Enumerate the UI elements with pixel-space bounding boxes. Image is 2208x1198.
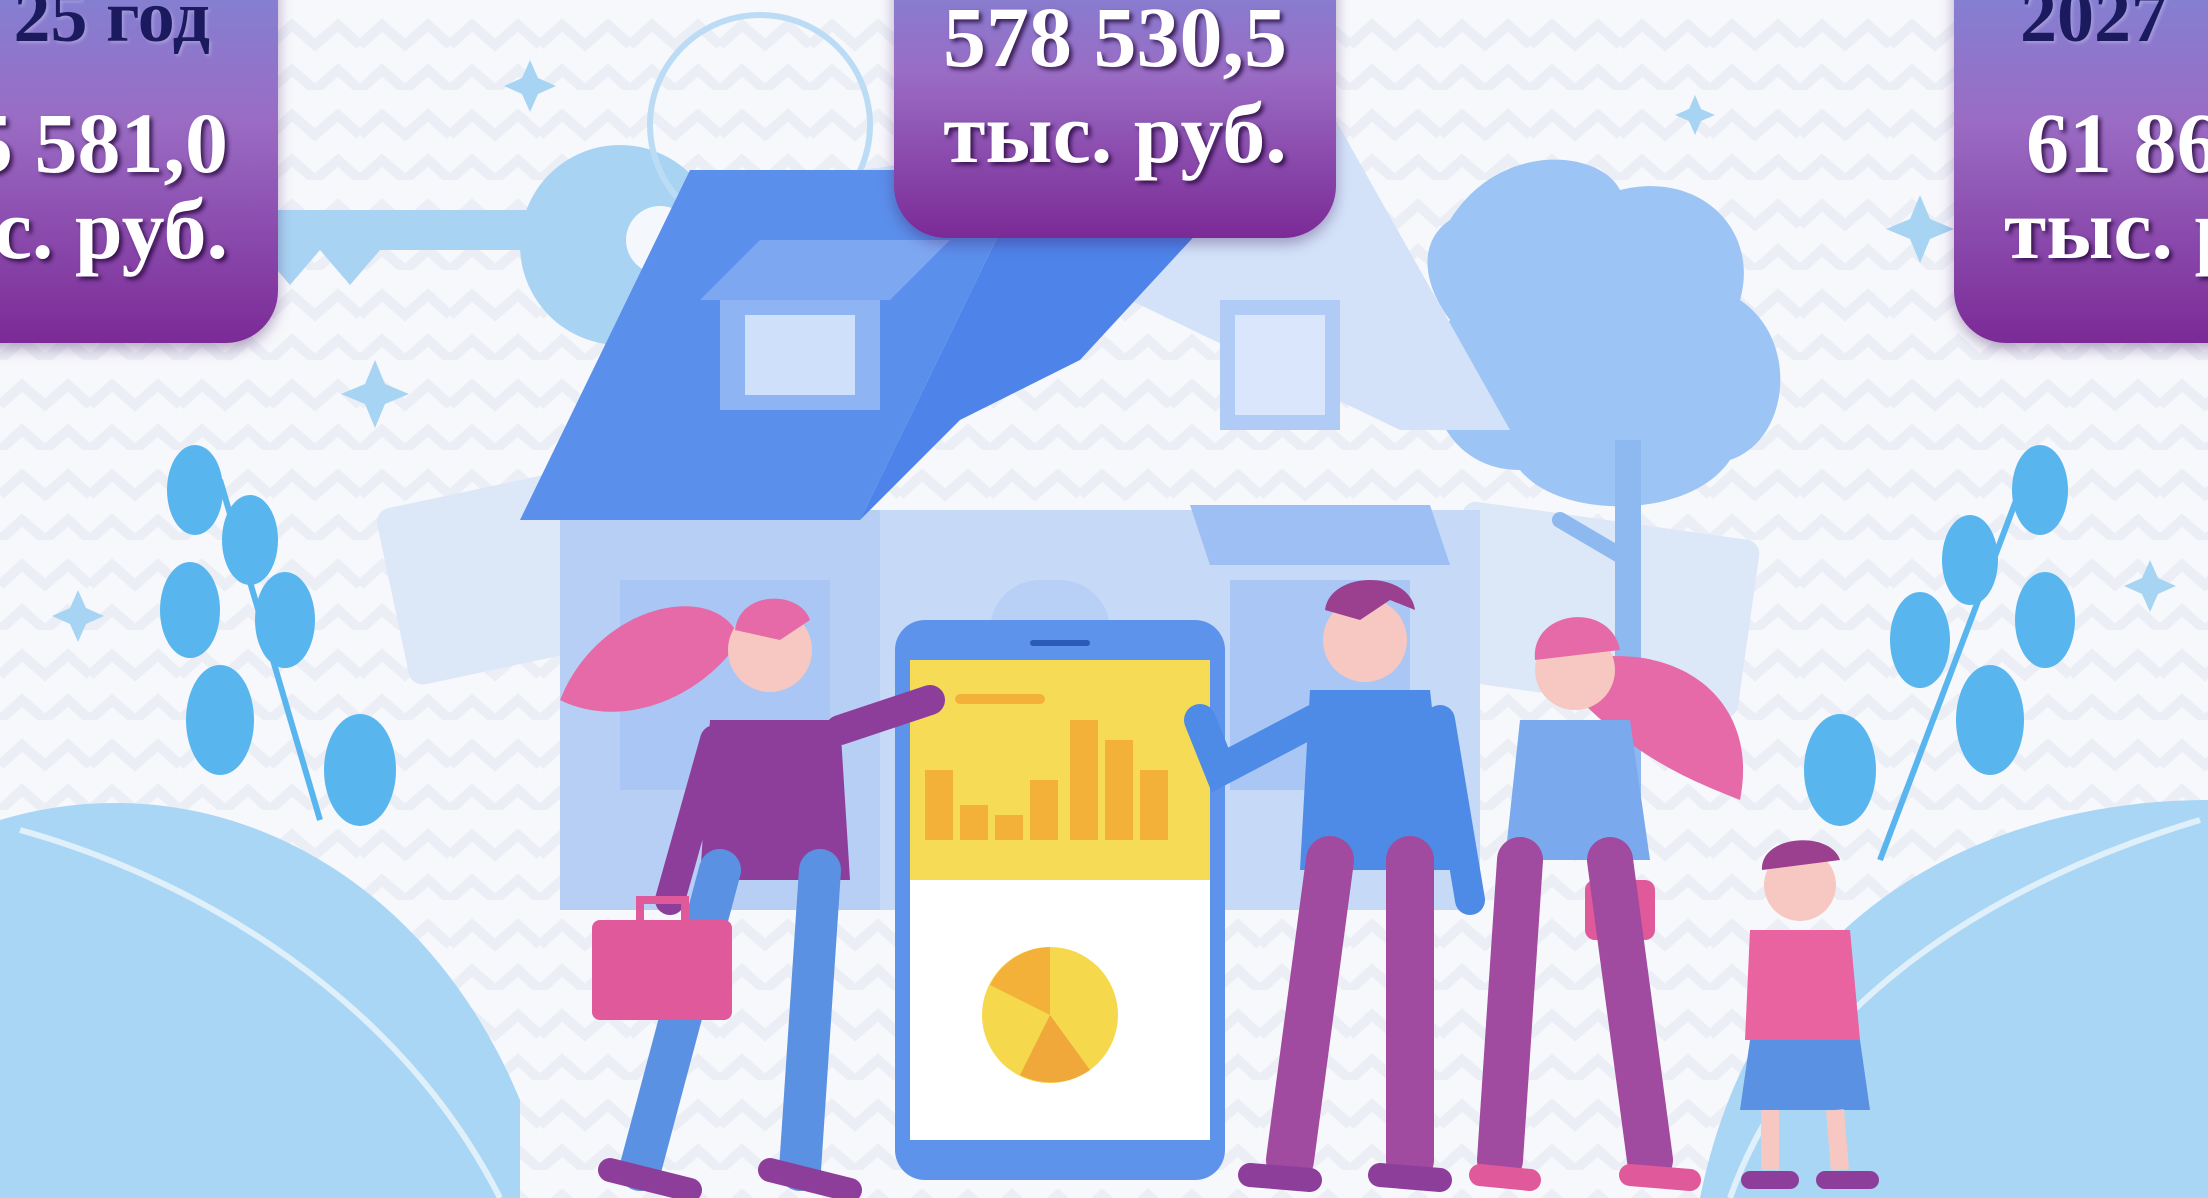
card-amount: 578 530,5 — [943, 0, 1287, 85]
budget-card-2026: 578 530,5 тыс. руб. — [894, 0, 1336, 238]
budget-card-2025: 25 год 5 581,0 с. руб. — [0, 0, 278, 343]
card-year: 25 год — [13, 0, 210, 58]
card-amount: 61 86 — [2026, 95, 2208, 191]
card-year: 2027 — [2020, 0, 2168, 58]
budget-card-2027: 2027 61 86 тыс. р — [1954, 0, 2208, 343]
smartphone-icon — [895, 620, 1225, 1180]
card-unit: тыс. руб. — [943, 85, 1287, 181]
pie-chart-icon — [982, 947, 1118, 1083]
card-amount: 5 581,0 — [0, 95, 228, 191]
card-unit: с. руб. — [0, 181, 228, 277]
card-unit: тыс. р — [2004, 181, 2208, 277]
slide: 25 год 5 581,0 с. руб. 578 530,5 тыс. ру… — [0, 0, 2208, 1198]
